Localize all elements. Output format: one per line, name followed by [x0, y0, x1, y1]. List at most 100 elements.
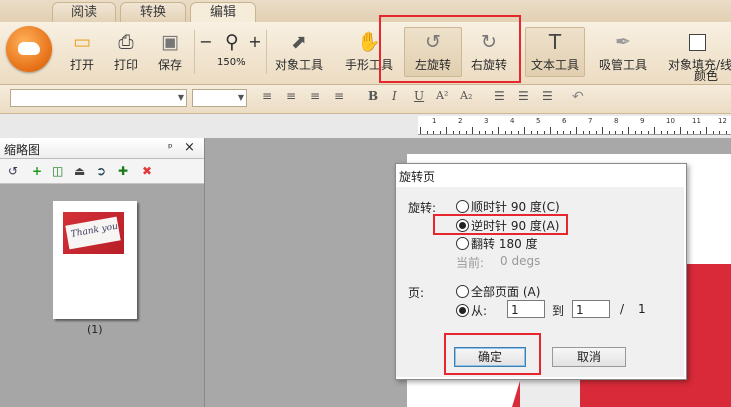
- font-size-select[interactable]: ▼: [192, 89, 247, 107]
- text-tool-button[interactable]: T 文本工具: [525, 27, 585, 77]
- ruler-tick: [693, 131, 694, 134]
- bold-button[interactable]: B: [368, 89, 378, 103]
- rotate-cw-label[interactable]: 顺时针 90 度(C): [471, 198, 560, 215]
- ruler-tick: [595, 131, 597, 134]
- ruler-tick: [621, 131, 623, 134]
- page-from-input[interactable]: 1: [507, 300, 545, 318]
- pin-icon[interactable]: ᵖ: [168, 141, 173, 154]
- printer-icon: ⎙: [118, 31, 134, 53]
- add-page-icon[interactable]: +: [32, 164, 42, 178]
- page-to-input[interactable]: 1: [572, 300, 610, 318]
- fill-square-icon: [664, 30, 731, 54]
- tab-edit[interactable]: 编辑: [190, 2, 256, 23]
- ruler-tick: [498, 127, 499, 134]
- ruler-tick: [706, 127, 707, 134]
- list-icon[interactable]: ☰: [518, 89, 529, 103]
- ribbon-separator: [266, 30, 267, 74]
- pages-label: 页:: [408, 286, 425, 300]
- save-label: 保存: [157, 58, 182, 72]
- font-family-select[interactable]: ▼: [10, 89, 187, 107]
- highlight-ccw-option: [433, 214, 568, 235]
- zoom-out-button[interactable]: −: [199, 30, 213, 54]
- page-count-total: 1: [638, 302, 646, 316]
- ruler-number: 6: [562, 117, 567, 125]
- export-page-icon[interactable]: ➲: [96, 164, 106, 178]
- cancel-button[interactable]: 取消: [552, 347, 626, 367]
- object-tool-button[interactable]: ⬈ 对象工具: [270, 30, 328, 73]
- ruler-tick: [628, 127, 629, 134]
- page-to-label: 到: [552, 304, 565, 318]
- all-pages-label[interactable]: 全部页面 (A): [471, 283, 540, 300]
- ruler-tick: [517, 131, 519, 134]
- ruler-tick: [465, 131, 467, 134]
- all-pages-radio[interactable]: [456, 285, 469, 298]
- ruler-tick: [725, 131, 727, 134]
- insert-pages-icon[interactable]: ◫: [52, 164, 63, 178]
- ruler-number: 4: [510, 117, 515, 125]
- ruler-tick: [478, 131, 480, 134]
- ruler-tick: [602, 127, 603, 134]
- ruler-number: 2: [458, 117, 463, 125]
- current-rotation-value: 0 degs: [500, 254, 541, 268]
- ruler-tick: [426, 131, 428, 134]
- save-button[interactable]: ▣ 保存: [152, 30, 188, 73]
- ruler-number: 8: [614, 117, 619, 125]
- align-left-icon[interactable]: ≡: [262, 89, 272, 103]
- underline-button[interactable]: U: [414, 89, 424, 103]
- align-right-icon[interactable]: ≡: [310, 89, 320, 103]
- close-icon[interactable]: ×: [184, 140, 195, 155]
- zoom-in-button[interactable]: +: [248, 30, 262, 54]
- superscript-button[interactable]: A²: [436, 89, 448, 102]
- ruler-tick: [485, 131, 486, 134]
- eyedropper-icon: ✒: [615, 31, 631, 53]
- open-button[interactable]: ▭ 打开: [64, 30, 100, 73]
- floppy-disk-icon: ▣: [161, 31, 179, 53]
- thumbnail-card-text: Thank you: [70, 221, 119, 240]
- ruler-tick: [647, 131, 649, 134]
- ruler-tick: [491, 131, 493, 134]
- object-fill-color-label: 颜色: [694, 69, 719, 83]
- ruler-tick: [530, 131, 532, 134]
- page-range-radio[interactable]: [456, 304, 469, 317]
- highlight-rotate-buttons: [379, 15, 521, 83]
- subscript-button[interactable]: A₂: [460, 89, 472, 102]
- print-button[interactable]: ⎙ 打印: [108, 30, 144, 73]
- rotate-cw-radio[interactable]: [456, 200, 469, 213]
- undo-arrow-icon[interactable]: ↶: [572, 89, 584, 105]
- zoom-level[interactable]: 150%: [217, 57, 246, 68]
- tab-convert[interactable]: 转换: [120, 2, 186, 23]
- object-tool-label: 对象工具: [274, 58, 323, 72]
- ruler-tick: [550, 127, 551, 134]
- app-logo[interactable]: [6, 26, 52, 72]
- magnifier-icon: ⚲: [225, 31, 239, 53]
- ruler-tick: [556, 131, 558, 134]
- text-t-icon: T: [548, 30, 562, 54]
- ruler-number: 11: [692, 117, 701, 125]
- replace-page-icon[interactable]: ✚: [118, 164, 128, 178]
- thumbnail-panel-title: 缩略图: [4, 143, 41, 157]
- align-justify-icon[interactable]: ≡: [334, 89, 344, 103]
- current-rotation-label: 当前:: [456, 256, 485, 270]
- paragraph-icon[interactable]: ☰: [542, 89, 553, 103]
- delete-page-icon[interactable]: ✖: [142, 164, 152, 178]
- minus-icon: −: [199, 32, 213, 51]
- rotate-flip-radio[interactable]: [456, 237, 469, 250]
- eyedropper-tool-button[interactable]: ✒ 吸管工具: [594, 30, 652, 73]
- rotate-flip-label[interactable]: 翻转 180 度: [471, 235, 538, 252]
- ruler-tick: [654, 127, 655, 134]
- ruler-tick: [712, 131, 714, 134]
- zoom-button[interactable]: ⚲: [219, 30, 245, 54]
- tab-read[interactable]: 阅读: [52, 2, 116, 23]
- ruler-tick: [615, 131, 616, 134]
- extract-page-icon[interactable]: ⏏: [74, 164, 85, 178]
- folder-icon: ▭: [73, 31, 91, 53]
- ruler-tick: [524, 127, 525, 134]
- ruler-tick: [576, 127, 577, 134]
- italic-button[interactable]: I: [392, 89, 397, 103]
- align-center-icon[interactable]: ≡: [286, 89, 296, 103]
- print-label: 打印: [113, 58, 138, 72]
- rotate-page-icon[interactable]: ↺: [8, 164, 18, 178]
- page-range-from-label[interactable]: 从:: [471, 302, 487, 319]
- line-spacing-icon[interactable]: ☰: [494, 89, 505, 103]
- ruler-tick: [699, 131, 701, 134]
